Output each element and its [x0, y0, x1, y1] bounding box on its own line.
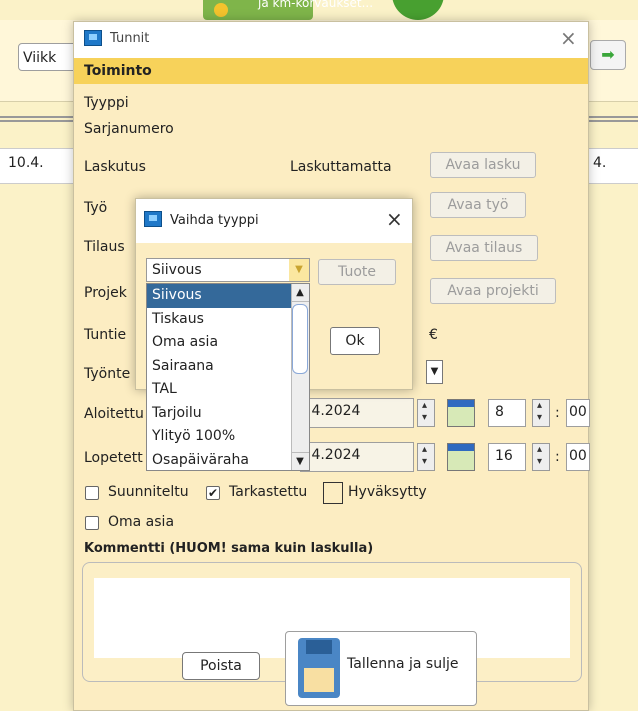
- open-project-button[interactable]: Avaa projekti: [430, 278, 556, 304]
- comment-label: Kommentti (HUOM! sama kuin laskulla): [84, 541, 374, 556]
- disk-label: [304, 668, 334, 692]
- end-hour-spinner[interactable]: [532, 443, 550, 471]
- label-sarjanumero: Sarjanumero: [84, 121, 174, 137]
- type-options-list: Siivous Tiskaus Oma asia Sairaana TAL Ta…: [146, 283, 310, 471]
- label-hyvaksytty: Hyväksytty: [348, 484, 427, 500]
- start-date-spinner[interactable]: [417, 399, 435, 427]
- end-hour-field[interactable]: 16: [488, 443, 526, 471]
- list-item[interactable]: Sairaana: [147, 355, 309, 379]
- date-right: 4.: [593, 155, 607, 171]
- start-hour-field[interactable]: 8: [488, 399, 526, 427]
- label-tuntie: Tuntie: [84, 327, 127, 343]
- start-minute-field[interactable]: 00: [566, 399, 590, 427]
- start-date-field[interactable]: .4.2024: [300, 398, 414, 428]
- label-tyo: Työ: [84, 200, 108, 216]
- list-item[interactable]: Tiskaus: [147, 308, 309, 332]
- next-arrow-button[interactable]: ➡: [590, 40, 626, 70]
- app-icon: [144, 211, 162, 227]
- label-oma-asia: Oma asia: [108, 514, 175, 530]
- time-separator: :: [555, 405, 560, 421]
- list-item[interactable]: Tarjoilu: [147, 402, 309, 426]
- list-item[interactable]: Osapäiväraha: [147, 449, 309, 473]
- list-item[interactable]: Oma asia: [147, 331, 309, 355]
- close-icon[interactable]: ×: [560, 26, 577, 50]
- type-dialog-title: Vaihda tyyppi: [170, 213, 259, 228]
- open-work-button[interactable]: Avaa työ: [430, 192, 526, 218]
- app-icon: [84, 30, 102, 46]
- end-date-field[interactable]: .4.2024: [300, 442, 414, 472]
- employee-dropdown-arrow[interactable]: ▼: [426, 360, 443, 384]
- scrollbar-thumb[interactable]: [292, 304, 308, 374]
- date-left: 10.4.: [8, 155, 44, 171]
- save-button-label: Tallenna ja sulje: [347, 656, 459, 672]
- list-item[interactable]: Ylityö 100%: [147, 425, 309, 449]
- checkbox-tarkastettu[interactable]: ✔: [206, 486, 220, 500]
- checkbox-hyvaksytty[interactable]: [323, 482, 343, 504]
- label-projekti: Projek: [84, 285, 127, 301]
- list-item[interactable]: TAL: [147, 378, 309, 402]
- checkbox-oma-asia[interactable]: [85, 516, 99, 530]
- label-aloitettu: Aloitettu: [84, 406, 144, 422]
- label-suunniteltu: Suunniteltu: [108, 484, 189, 500]
- scroll-down-icon[interactable]: ▼: [291, 452, 309, 470]
- type-dropdown[interactable]: Siivous: [146, 258, 310, 282]
- close-icon[interactable]: ×: [386, 207, 403, 231]
- label-lopetettu: Lopetett: [84, 450, 143, 466]
- scroll-up-icon[interactable]: ▲: [291, 284, 309, 302]
- dialog-titlebar: [74, 22, 588, 58]
- start-hour-spinner[interactable]: [532, 399, 550, 427]
- delete-button[interactable]: Poista: [182, 652, 260, 680]
- tuote-button[interactable]: Tuote: [318, 259, 396, 285]
- label-tyontekija: Työnte: [84, 366, 131, 382]
- disk-shutter: [306, 640, 332, 654]
- currency-symbol: €: [429, 327, 438, 343]
- time-separator: :: [555, 449, 560, 465]
- open-invoice-button[interactable]: Avaa lasku: [430, 152, 536, 178]
- calendar-icon[interactable]: [447, 399, 475, 427]
- end-date-spinner[interactable]: [417, 443, 435, 471]
- coin-icon: [214, 3, 228, 17]
- calendar-icon[interactable]: [447, 443, 475, 471]
- section-title: Toiminto: [84, 63, 152, 79]
- end-minute-field[interactable]: 00: [566, 443, 590, 471]
- label-tilaus: Tilaus: [84, 239, 125, 255]
- open-order-button[interactable]: Avaa tilaus: [430, 235, 538, 261]
- laskutus-status: Laskuttamatta: [290, 159, 392, 175]
- list-item[interactable]: Siivous: [147, 284, 309, 308]
- label-tarkastettu: Tarkastettu: [229, 484, 308, 500]
- week-select[interactable]: Viikk: [18, 43, 78, 71]
- label-laskutus: Laskutus: [84, 159, 146, 175]
- label-tyyppi: Tyyppi: [84, 95, 129, 111]
- banner-text: ja km-korvaukset...: [258, 0, 374, 10]
- ok-button[interactable]: Ok: [330, 327, 380, 355]
- chevron-down-icon[interactable]: ▼: [289, 259, 309, 281]
- dialog-title: Tunnit: [110, 31, 150, 46]
- checkbox-suunniteltu[interactable]: [85, 486, 99, 500]
